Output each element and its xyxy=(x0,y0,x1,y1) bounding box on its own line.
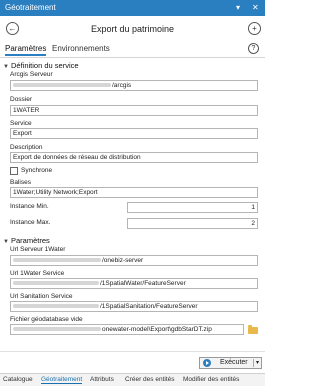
tool-header: ← Export du patrimoine + xyxy=(0,17,265,43)
balises-label: Balises xyxy=(10,179,31,186)
dock-tab-catalogue[interactable]: Catalogue xyxy=(3,376,33,383)
tabs-divider xyxy=(0,57,265,58)
fichier-gdb-input[interactable]: onewater-model\Export\gdbStarDT.zip xyxy=(10,324,244,335)
instance-min-label: Instance Min. xyxy=(10,203,49,210)
dock-tab-modifier-entites[interactable]: Modifier des entités xyxy=(183,376,239,383)
chevron-down-icon: ▼ xyxy=(3,239,9,245)
add-icon[interactable]: + xyxy=(248,22,261,35)
redacted-text xyxy=(13,304,99,309)
section-parametres-title: Paramètres xyxy=(11,236,50,245)
dock-tab-attributs[interactable]: Attributs xyxy=(90,376,114,383)
run-bar: Exécuter ▾ xyxy=(0,351,265,373)
run-button-separator xyxy=(253,359,254,367)
close-icon[interactable]: ✕ xyxy=(252,2,259,14)
window-title: Géotraitement xyxy=(5,3,56,12)
dossier-input[interactable]: 1WATER xyxy=(10,105,258,116)
url-1water-service-value: /1SpatialWater/FeatureServer xyxy=(100,280,186,287)
description-label: Description xyxy=(10,144,43,151)
service-label: Service xyxy=(10,120,32,127)
dock-tabs: Catalogue Géotraitement Attributs Créer … xyxy=(0,373,265,386)
arcgis-server-value: /arcgis xyxy=(112,82,132,89)
arcgis-server-label: Arcgis Serveur xyxy=(10,71,53,78)
help-icon[interactable]: ? xyxy=(248,43,259,54)
synchrone-checkbox[interactable] xyxy=(10,167,18,175)
run-button-label: Exécuter xyxy=(220,359,248,366)
folder-browse-icon[interactable] xyxy=(248,325,258,334)
chevron-down-icon: ▼ xyxy=(3,64,9,70)
instance-max-input[interactable]: 2 xyxy=(127,218,258,229)
fichier-gdb-value: onewater-model\Export\gdbStarDT.zip xyxy=(102,326,212,333)
dock-tab-creer-entites[interactable]: Créer des entités xyxy=(125,376,175,383)
url-sanitation-label: Url Sanitation Service xyxy=(10,293,73,300)
tab-environnements[interactable]: Environnements xyxy=(52,44,110,53)
run-button[interactable]: Exécuter ▾ xyxy=(199,357,262,369)
arcgis-server-input[interactable]: /arcgis xyxy=(10,80,258,91)
url-serveur-label: Url Serveur 1Water xyxy=(10,246,66,253)
window-titlebar: Géotraitement ▾ ✕ xyxy=(0,0,265,16)
synchrone-label: Synchrone xyxy=(21,167,53,174)
url-1water-service-label: Url 1Water Service xyxy=(10,270,65,277)
instance-max-label: Instance Max. xyxy=(10,219,51,226)
tool-tabs: Paramètres Environnements ? xyxy=(0,43,265,57)
url-sanitation-input[interactable]: /1SpatialSanitation/FeatureServer xyxy=(10,301,258,312)
fichier-gdb-label: Fichier géodatabase vide xyxy=(10,316,83,323)
redacted-text xyxy=(13,281,99,286)
tool-title: Export du patrimoine xyxy=(90,24,175,34)
url-serveur-input[interactable]: /onebiz-server xyxy=(10,255,258,266)
balises-input[interactable]: 1Water;Utility Network;Export xyxy=(10,187,258,198)
section-definition-title: Définition du service xyxy=(11,61,79,70)
redacted-text xyxy=(13,327,101,332)
pin-dropdown-icon[interactable]: ▾ xyxy=(236,2,240,14)
redacted-text xyxy=(13,83,111,88)
url-serveur-value: /onebiz-server xyxy=(102,257,144,264)
dossier-label: Dossier xyxy=(10,96,33,103)
tab-parametres[interactable]: Paramètres xyxy=(5,44,47,56)
url-sanitation-value: /1SpatialSanitation/FeatureServer xyxy=(100,303,198,310)
play-icon xyxy=(203,359,211,367)
url-1water-service-input[interactable]: /1SpatialWater/FeatureServer xyxy=(10,278,258,289)
section-definition-header[interactable]: ▼ Définition du service xyxy=(3,61,79,70)
description-input[interactable]: Export de données de réseau de distribut… xyxy=(10,152,258,163)
chevron-down-icon[interactable]: ▾ xyxy=(256,358,259,368)
instance-min-input[interactable]: 1 xyxy=(127,202,258,213)
section-parametres-header[interactable]: ▼ Paramètres xyxy=(3,236,50,245)
redacted-text xyxy=(13,258,101,263)
dock-tab-geotraitement[interactable]: Géotraitement xyxy=(41,376,83,384)
service-input[interactable]: Export xyxy=(10,128,258,139)
